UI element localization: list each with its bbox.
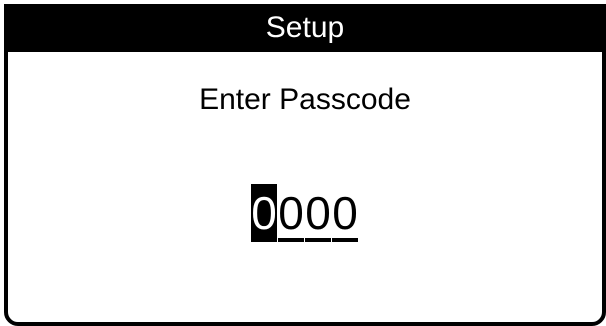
passcode-field[interactable]: 0 0 0 0 [8,184,602,242]
title-bar: Setup [8,8,602,52]
passcode-digit-2[interactable]: 0 [278,184,304,242]
passcode-digit-1[interactable]: 0 [251,184,277,242]
screen-title: Setup [265,11,345,44]
passcode-digit-4[interactable]: 0 [332,184,358,242]
passcode-digit-3[interactable]: 0 [305,184,331,242]
passcode-prompt: Enter Passcode [199,83,411,116]
setup-screen: Setup Enter Passcode 0 0 0 0 [4,4,606,326]
